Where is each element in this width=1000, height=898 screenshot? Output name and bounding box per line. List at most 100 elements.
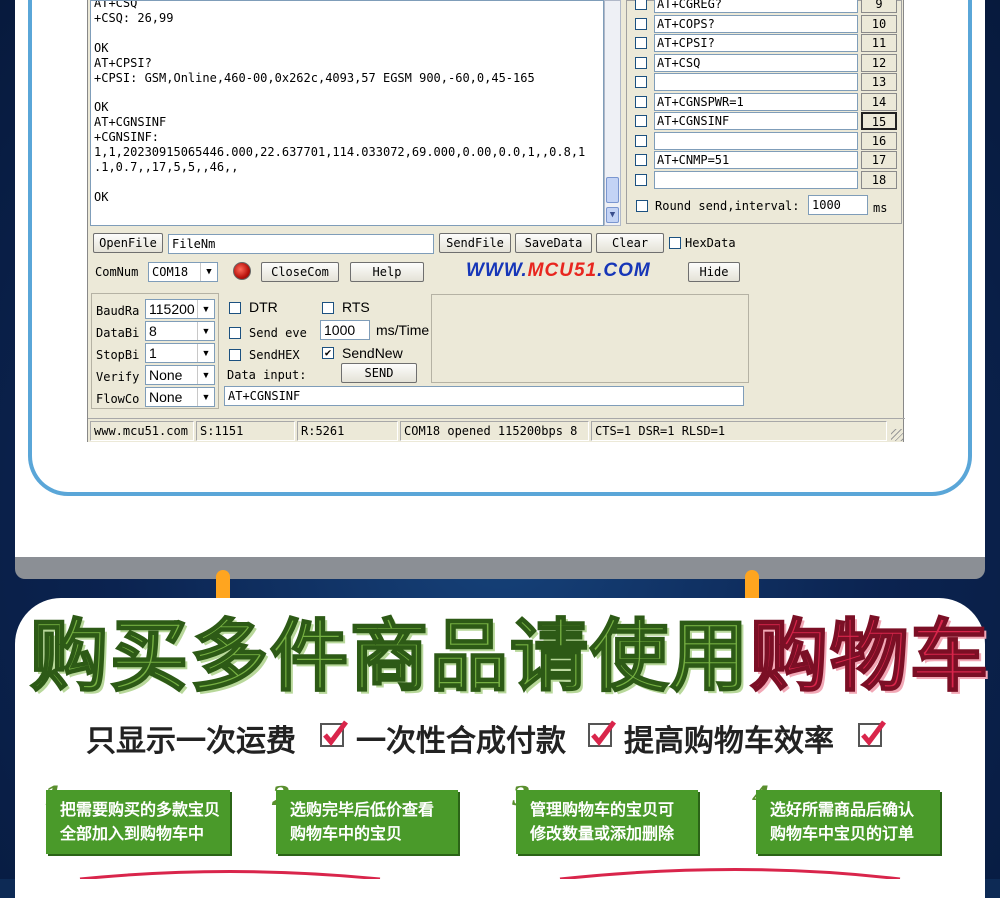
multi-send-checkbox[interactable] — [635, 134, 647, 147]
step-2-line1: 选购完毕后低价查看 — [290, 800, 435, 819]
rts-checkbox[interactable] — [322, 302, 334, 314]
multi-send-checkbox[interactable] — [635, 37, 647, 49]
promo-title-red: 购物车 — [749, 611, 991, 703]
chevron-down-icon[interactable]: ▼ — [197, 300, 214, 318]
status-sent: S:1151 — [196, 421, 295, 441]
promo-title-green: 购买多件商品请使用 — [29, 611, 751, 703]
comnum-select[interactable]: COM18 ▼ — [148, 262, 218, 282]
data-bits-label: DataBi — [96, 326, 140, 340]
multi-send-command-input[interactable]: AT+CGNSPWR=1 — [654, 92, 858, 111]
serial-assistant-window: AT+CSQ +CSQ: 26,99 OK AT+CPSI? +CPSI: GS… — [87, 0, 905, 443]
multi-send-button[interactable]: 18 — [861, 170, 897, 189]
multi-send-button[interactable]: 11 — [861, 34, 897, 52]
clear-button[interactable]: Clear — [596, 233, 664, 253]
round-send-label: Round send,interval: — [655, 199, 800, 213]
multi-send-button[interactable]: 17 — [861, 151, 897, 169]
save-data-button[interactable]: SaveData — [515, 233, 592, 253]
multi-send-checkbox[interactable] — [635, 0, 647, 10]
multi-send-button[interactable]: 14 — [861, 92, 897, 111]
file-name-input[interactable]: FileNm — [168, 234, 434, 254]
chevron-down-icon[interactable]: ▼ — [197, 388, 214, 406]
brand-prefix: WWW. — [466, 260, 528, 281]
receive-text: AT+CSQ +CSQ: 26,99 OK AT+CPSI? +CPSI: GS… — [94, 0, 586, 204]
multi-send-checkbox[interactable] — [635, 76, 647, 88]
rts-label: RTS — [342, 299, 370, 315]
multi-send-command-input[interactable]: AT+CGREG? — [654, 0, 858, 13]
brand-suffix: .COM — [597, 260, 651, 281]
multi-send-checkbox[interactable] — [635, 173, 647, 186]
resize-grip-icon[interactable] — [891, 429, 903, 441]
dtr-label: DTR — [249, 299, 278, 315]
flow-control-label: FlowCo — [96, 392, 140, 406]
multi-send-command-input[interactable]: AT+CPSI? — [654, 34, 858, 52]
receive-scrollbar[interactable]: ▼ — [604, 0, 621, 226]
scrollbar-thumb[interactable] — [606, 177, 619, 203]
round-send-checkbox[interactable] — [636, 200, 648, 212]
close-com-button[interactable]: CloseCom — [261, 262, 339, 282]
help-button[interactable]: Help — [350, 262, 424, 282]
send-hex-checkbox[interactable] — [229, 349, 241, 361]
baud-value: 115200 — [149, 301, 195, 317]
multi-send-panel: AT+CGREG? 9 AT+COPS? 10 AT+CPSI? 11 AT+CSQ 12 13… — [626, 0, 902, 224]
multi-send-button[interactable]: 9 — [861, 0, 897, 13]
send-new-checkbox[interactable]: ✔ — [322, 347, 334, 359]
open-file-button[interactable]: OpenFile — [93, 233, 163, 253]
multi-send-button[interactable]: 15 — [861, 112, 897, 130]
multi-send-command-input[interactable]: AT+CGNSINF — [654, 112, 858, 130]
multi-send-checkbox[interactable] — [635, 95, 647, 108]
chevron-down-icon[interactable]: ▼ — [197, 366, 214, 384]
status-lines: CTS=1 DSR=1 RLSD=1 — [591, 421, 887, 441]
multi-send-command-input[interactable]: AT+CSQ — [654, 53, 858, 72]
receive-area[interactable]: AT+CSQ +CSQ: 26,99 OK AT+CPSI? +CPSI: GS… — [90, 0, 604, 226]
port-status-led-icon — [233, 262, 251, 280]
send-interval-input[interactable]: 1000 — [320, 320, 370, 340]
verify-label: Verify — [96, 370, 140, 384]
stop-bits-label: StopBi — [96, 348, 140, 362]
multi-send-command-input[interactable]: AT+CNMP=51 — [654, 151, 858, 169]
send-every-label: Send eve — [249, 326, 307, 340]
multi-send-row: 13 — [633, 73, 901, 92]
multi-send-command-input[interactable] — [654, 131, 858, 150]
step-1-line1: 把需要购买的多款宝贝 — [60, 800, 221, 819]
send-file-button[interactable]: SendFile — [439, 233, 511, 253]
status-received: R:5261 — [297, 421, 398, 441]
data-input-field[interactable]: AT+CGNSINF — [224, 386, 744, 406]
chevron-down-icon[interactable]: ▼ — [200, 263, 217, 281]
brand-link[interactable]: WWW.MCU51.COM — [466, 260, 651, 282]
multi-send-button[interactable]: 13 — [861, 73, 897, 91]
multi-send-row: AT+CSQ 12 — [633, 53, 901, 73]
chevron-down-icon[interactable]: ▼ — [197, 322, 214, 340]
flow-control-select[interactable]: None ▼ — [145, 387, 215, 407]
multi-send-button[interactable]: 10 — [861, 14, 897, 33]
send-every-checkbox[interactable] — [229, 327, 241, 339]
chevron-down-icon[interactable]: ▼ — [197, 344, 214, 362]
red-oval-decorations — [79, 868, 901, 879]
hex-data-checkbox[interactable] — [669, 237, 681, 249]
multi-send-button[interactable]: 16 — [861, 131, 897, 150]
status-port: COM18 opened 115200bps 8 — [400, 421, 589, 441]
send-options-panel — [431, 294, 749, 383]
dtr-checkbox[interactable] — [229, 302, 241, 314]
status-bar: www.mcu51.com S:1151 R:5261 COM18 opened… — [88, 418, 905, 443]
baud-select[interactable]: 115200 ▼ — [145, 299, 215, 319]
check-icon: ✔ — [324, 346, 332, 359]
stop-bits-value: 1 — [149, 345, 157, 361]
multi-send-row: AT+COPS? 10 — [633, 14, 901, 34]
flow-control-value: None — [149, 389, 183, 405]
verify-select[interactable]: None ▼ — [145, 365, 215, 385]
multi-send-command-input[interactable]: AT+COPS? — [654, 14, 858, 33]
multi-send-button[interactable]: 12 — [861, 53, 897, 72]
multi-send-command-input[interactable] — [654, 170, 858, 189]
round-interval-input[interactable]: 1000 — [808, 195, 868, 215]
scroll-down-icon[interactable]: ▼ — [606, 207, 619, 223]
step-4: 选好所需商品后确认 购物车中宝贝的订单 — [756, 790, 940, 854]
multi-send-checkbox[interactable] — [635, 115, 647, 127]
multi-send-checkbox[interactable] — [635, 17, 647, 30]
data-bits-select[interactable]: 8 ▼ — [145, 321, 215, 341]
multi-send-checkbox[interactable] — [635, 56, 647, 69]
stop-bits-select[interactable]: 1 ▼ — [145, 343, 215, 363]
multi-send-checkbox[interactable] — [635, 154, 647, 166]
send-button[interactable]: SEND — [341, 363, 417, 383]
multi-send-command-input[interactable] — [654, 73, 858, 91]
hide-button[interactable]: Hide — [688, 262, 740, 282]
